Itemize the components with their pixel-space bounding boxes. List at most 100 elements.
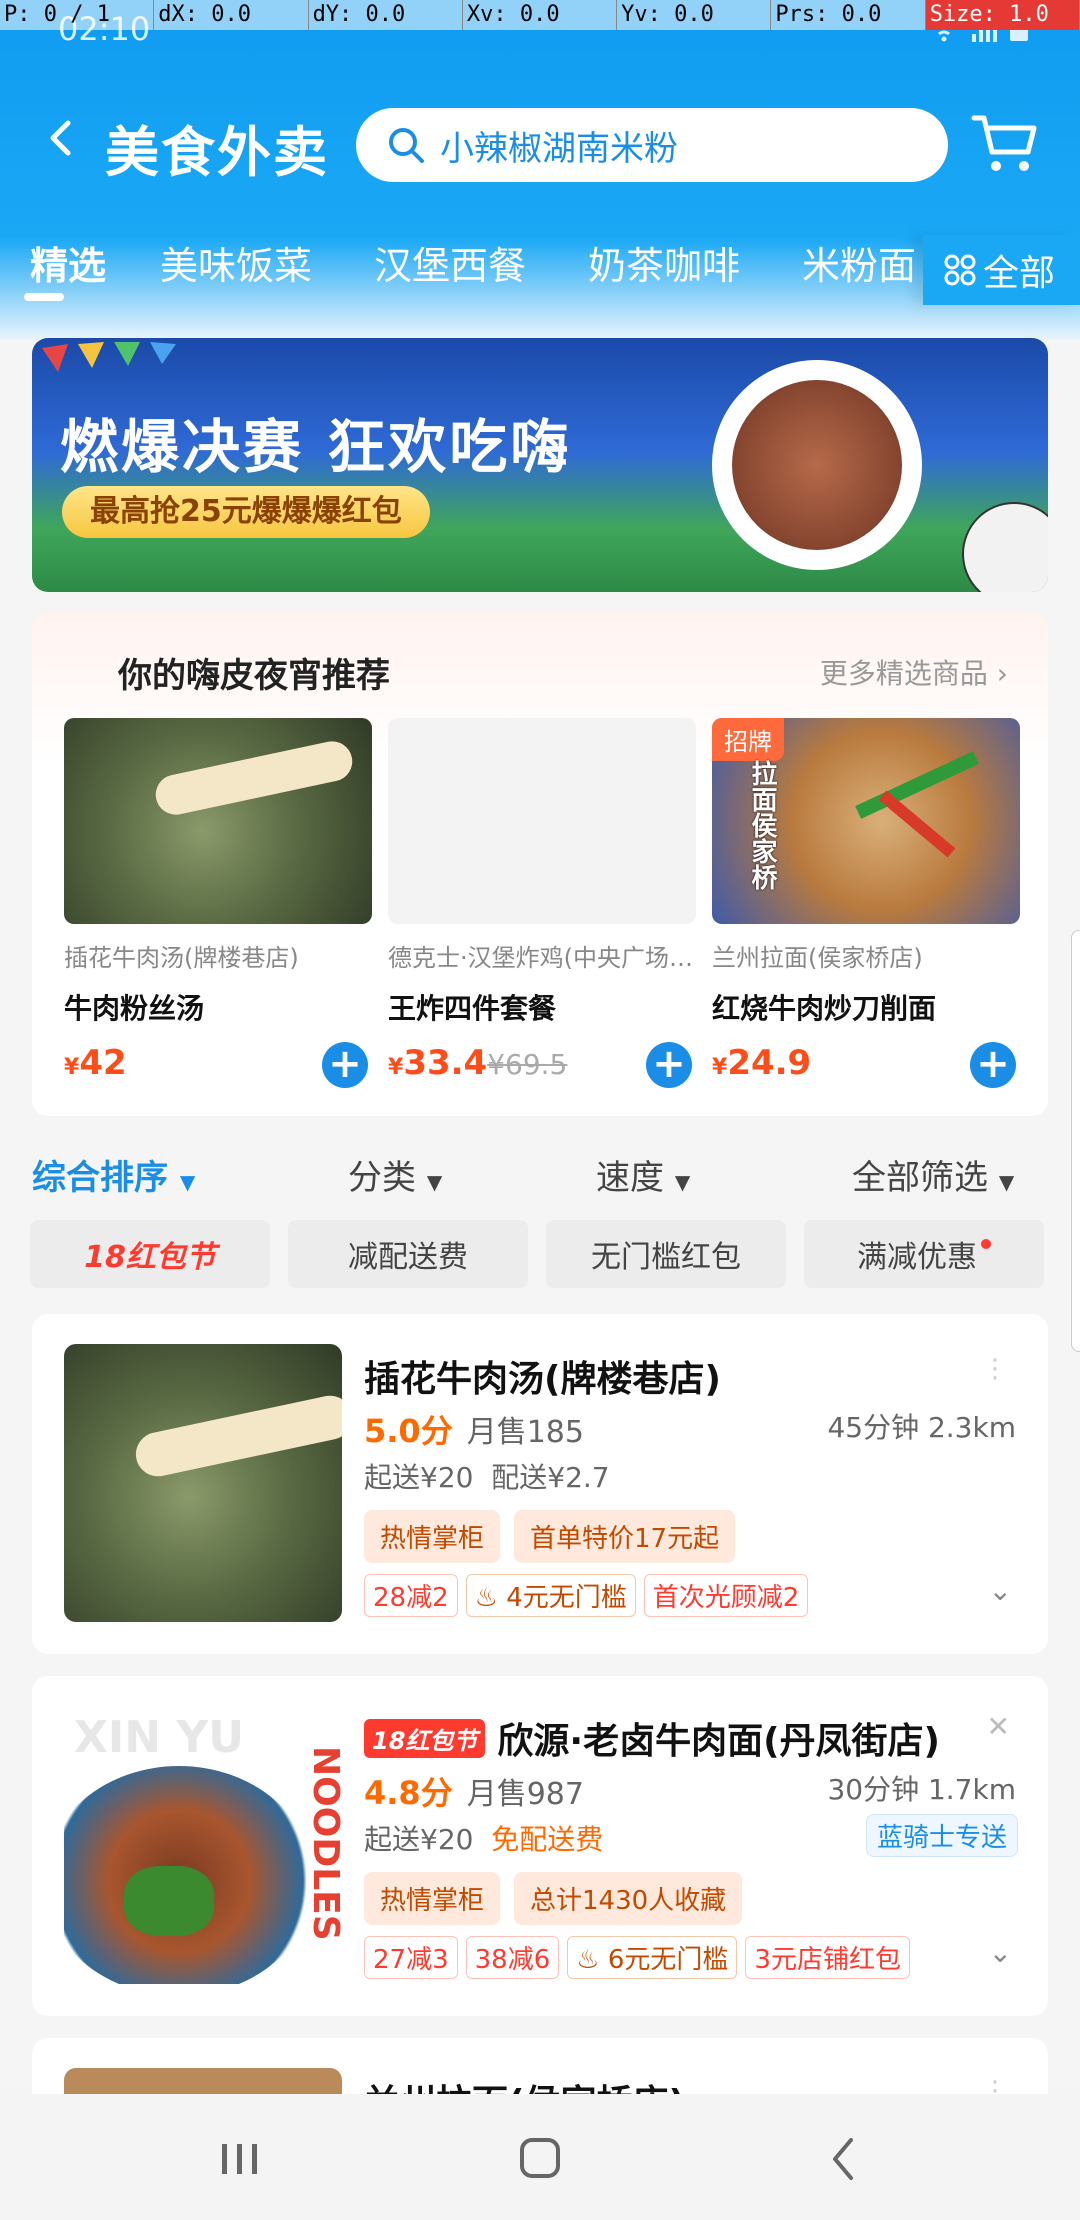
tab-meals[interactable]: 美味饭菜 [160,235,312,290]
shop-card[interactable]: XIN YU NOODLES 18红包节 欣源·老卤牛肉面(丹凤街店) ✕ 4.… [32,1676,1048,2016]
shop-rating: 5.0分 月售185 [364,1412,584,1450]
recommend-shop: 兰州拉面(侯家桥店) [712,944,923,972]
food-image [64,718,372,924]
original-price: ¥69.5 [487,1048,568,1081]
recommend-card[interactable]: 德克士·汉堡炸鸡(中央广场… 王炸四件套餐 ¥33.4¥69.5 + [388,718,696,1088]
filter-chip-reduce-delivery[interactable]: 减配送费 [288,1220,528,1288]
sort-all-filters[interactable]: 全部筛选 ▼ [852,1150,1014,1199]
search-bar[interactable]: 小辣椒湖南米粉 [356,108,948,182]
back-arrow-icon[interactable] [44,120,80,156]
recommend-dish: 红烧牛肉炒刀削面 [712,992,937,1025]
recommend-dish: 牛肉粉丝汤 [64,992,205,1025]
food-bowl-image [712,360,922,570]
chevron-right-icon: › [996,657,1008,690]
recommend-price: ¥33.4¥69.5 [388,1043,568,1083]
recommend-dish: 王炸四件套餐 [388,992,557,1025]
shop-time-distance: 30分钟 1.7km [827,1773,1016,1806]
shop-fees: 起送¥20 免配送费 [364,1823,604,1856]
shop-name: 插花牛肉汤(牌楼巷店) [364,1359,721,1400]
home-icon[interactable] [510,2134,570,2184]
promo-tag: ♨ 6元无门槛 [567,1936,738,1979]
promo-tag: 28减2 [364,1574,458,1617]
search-icon [389,128,424,163]
red-packet-icon: ♨ [576,1945,600,1975]
signature-badge: 招牌 [712,718,784,761]
shop-tag: 首单特价17元起 [514,1510,736,1563]
filter-chip-discount[interactable]: 满减优惠 [804,1220,1044,1288]
shop-card[interactable]: 兰州拉面(侯家桥店) ⋮ [32,2038,1048,2098]
add-to-cart-button[interactable]: + [322,1042,368,1088]
shop-time-distance: 45分钟 2.3km [827,1411,1016,1444]
header: 02:10 美食外卖 小辣椒湖南米粉 精选 美味饭菜 汉堡西餐 奶茶咖啡 米粉面 [0,0,1080,340]
promo-tag: 3元店铺红包 [745,1936,910,1979]
search-input[interactable]: 小辣椒湖南米粉 [440,121,678,170]
shop-promos: 28减2 ♨ 4元无门槛 首次光顾减2 [364,1574,816,1617]
sort-category[interactable]: 分类 ▼ [348,1150,442,1199]
caret-down-icon: ▼ [674,1170,691,1194]
close-icon[interactable]: ✕ [987,1710,1010,1743]
add-to-cart-button[interactable]: + [970,1042,1016,1088]
more-products-label: 更多精选商品 [819,657,988,690]
recommend-shop: 德克士·汉堡炸鸡(中央广场… [388,944,693,972]
banner-title: 燃爆决赛 狂欢吃嗨 [60,413,572,481]
new-dot-icon [981,1239,991,1249]
red-packet-badge: 18红包节 [364,1718,486,1758]
promo-banner[interactable]: 燃爆决赛 狂欢吃嗨 最高抢25元爆爆爆红包 [32,338,1048,592]
recommend-section: 你的嗨皮夜宵推荐 更多精选商品 › 插花牛肉汤(牌楼巷店) 牛肉粉丝汤 ¥42 … [32,612,1048,1116]
shop-rating: 4.8分 月售987 [364,1774,584,1812]
recommend-price: ¥42 [64,1043,127,1083]
filter-chip-no-threshold[interactable]: 无门槛红包 [546,1220,786,1288]
promo-tag: 27减3 [364,1936,458,1979]
recommend-title: 你的嗨皮夜宵推荐 [118,656,390,696]
more-products-link[interactable]: 更多精选商品 › [820,652,1008,692]
sort-comprehensive[interactable]: 综合排序 ▼ [32,1150,195,1199]
grid-icon [944,254,976,286]
bunting-decoration [42,342,176,372]
recent-apps-icon[interactable] [210,2134,270,2184]
promo-tag: ♨ 4元无门槛 [465,1574,636,1617]
recommend-card[interactable]: 插花牛肉汤(牌楼巷店) 牛肉粉丝汤 ¥42 + [64,718,372,1088]
tab-noodles[interactable]: 米粉面 [802,235,916,290]
debug-p: P: 0 / 1 [0,0,155,30]
banner-subtitle: 最高抢25元爆爆爆红包 [62,486,430,538]
back-icon[interactable] [815,2134,875,2184]
red-packet-icon: ♨ [474,1583,498,1613]
add-to-cart-button[interactable]: + [646,1042,692,1088]
sort-speed[interactable]: 速度 ▼ [596,1150,690,1199]
tab-featured[interactable]: 精选 [30,235,106,290]
shop-name-row: 18红包节 欣源·老卤牛肉面(丹凤街店) [364,1712,940,1764]
shop-card[interactable]: 插花牛肉汤(牌楼巷店) ⋮ 5.0分 月售185 45分钟 2.3km 起送¥20… [32,1314,1048,1654]
tab-burgers-western[interactable]: 汉堡西餐 [374,235,526,290]
system-nav-bar [0,2094,1080,2220]
recommend-shop: 插花牛肉汤(牌楼巷店) [64,944,299,972]
expand-chevron-icon[interactable]: ⌄ [989,1574,1012,1607]
shop-fees: 起送¥20 配送¥2.7 [364,1461,610,1494]
shop-tag: 总计1430人收藏 [514,1872,743,1925]
promo-tag: 首次光顾减2 [643,1574,809,1617]
debug-prs: Prs: 0.0 [771,0,926,30]
debug-size: Size: 1.0 [925,0,1080,30]
more-options-icon[interactable]: ⋮ [982,1354,1008,1384]
shop-tags: 热情掌柜 首单特价17元起 [364,1510,749,1563]
filter-chips: 18红包节 减配送费 无门槛红包 满减优惠 [30,1220,1080,1290]
caret-down-icon: ▼ [998,1170,1015,1194]
shop-tags: 热情掌柜 总计1430人收藏 [364,1872,756,1925]
side-scroll-handle[interactable] [1071,930,1080,1352]
recommend-price: ¥24.9 [712,1043,812,1083]
recommend-card[interactable]: 招牌 拉面侯家桥 兰州拉面(侯家桥店) 红烧牛肉炒刀削面 ¥24.9 + [712,718,1020,1088]
cart-icon[interactable] [970,110,1040,176]
shop-tag: 热情掌柜 [364,1872,501,1925]
rider-badge: 蓝骑士专送 [865,1814,1018,1857]
shop-name: 欣源·老卤牛肉面(丹凤街店) [497,1721,940,1762]
tab-tea-coffee[interactable]: 奶茶咖啡 [588,235,740,290]
debug-xv: Xv: 0.0 [462,0,618,30]
image-text: 拉面侯家桥 [747,760,777,890]
debug-dy: dY: 0.0 [308,0,463,30]
expand-chevron-icon[interactable]: ⌄ [989,1936,1012,1969]
shop-image [64,1344,342,1622]
promo-tag: 38减6 [465,1936,560,1979]
shop-tag: 热情掌柜 [364,1510,501,1563]
tab-all-button[interactable]: 全部 [922,235,1080,305]
shop-image: XIN YU NOODLES [64,1706,342,1984]
filter-chip-red-packet[interactable]: 18红包节 [30,1220,270,1288]
